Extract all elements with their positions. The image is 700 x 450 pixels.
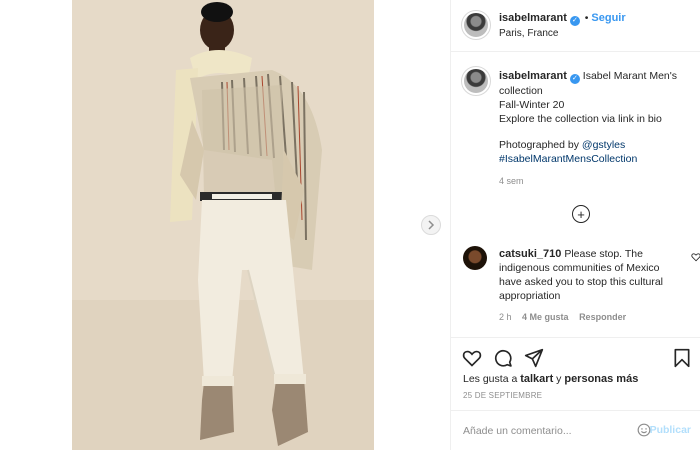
likes-mid: y [553, 373, 565, 385]
likes-summary: Les gusta a talkart y personas más [463, 373, 638, 385]
bookmark-icon [674, 348, 690, 368]
post-header: isabelmarant ✓ • Seguir Paris, France [451, 0, 700, 52]
caption-line: Fall-Winter 20 [499, 99, 565, 111]
comment-button[interactable] [493, 348, 513, 371]
like-button[interactable] [462, 348, 482, 371]
verified-badge-icon: ✓ [569, 16, 580, 26]
commenter-username[interactable]: catsuki_710 [499, 248, 561, 260]
comment-input[interactable] [463, 423, 633, 439]
comment-bubble-icon [494, 349, 512, 367]
chevron-right-icon [428, 220, 435, 230]
comment-age[interactable]: 2 h [499, 312, 512, 322]
author-username[interactable]: isabelmarant [499, 12, 567, 24]
post-actions-bar [451, 337, 700, 377]
plus-circle-icon: + [577, 206, 585, 222]
comment-composer: Publicar [451, 410, 700, 450]
verified-badge-icon: ✓ [569, 74, 580, 84]
caption-line: Explore the collection via link in bio [499, 113, 662, 125]
photo-credit-prefix: Photographed by [499, 139, 582, 151]
post-side-panel: isabelmarant ✓ • Seguir Paris, France isa… [450, 0, 700, 450]
post-age[interactable]: 4 sem [499, 176, 691, 186]
heart-icon [691, 253, 700, 262]
model-illustration [72, 0, 374, 450]
share-button[interactable] [524, 348, 544, 371]
save-button[interactable] [673, 348, 691, 371]
follow-button[interactable]: Seguir [591, 12, 625, 24]
photographer-mention-link[interactable]: @gstyles [582, 139, 625, 151]
commenter-avatar[interactable] [463, 246, 487, 270]
likes-others-link[interactable]: personas más [564, 373, 638, 385]
next-photo-button[interactable] [421, 215, 441, 235]
hashtag-link[interactable]: #IsabelMarantMensCollection [499, 152, 691, 166]
post-photo[interactable] [72, 0, 374, 450]
reply-button[interactable]: Responder [579, 312, 626, 322]
comment-likes[interactable]: 4 Me gusta [522, 312, 569, 322]
caption-author-avatar[interactable] [461, 66, 491, 96]
post-location[interactable]: Paris, France [499, 28, 558, 39]
paper-plane-icon [524, 348, 544, 368]
likes-prefix: Les gusta a [463, 373, 521, 385]
load-more-comments-button[interactable]: + [572, 205, 590, 223]
author-avatar[interactable] [461, 10, 491, 40]
like-comment-button[interactable] [691, 252, 700, 265]
separator-dot: • [584, 12, 589, 24]
caption-username[interactable]: isabelmarant [499, 70, 567, 82]
likes-user-link[interactable]: talkart [520, 373, 553, 385]
heart-icon [462, 350, 482, 367]
publish-button[interactable]: Publicar [650, 424, 691, 436]
post-date[interactable]: 25 DE SEPTIEMBRE [463, 391, 542, 400]
